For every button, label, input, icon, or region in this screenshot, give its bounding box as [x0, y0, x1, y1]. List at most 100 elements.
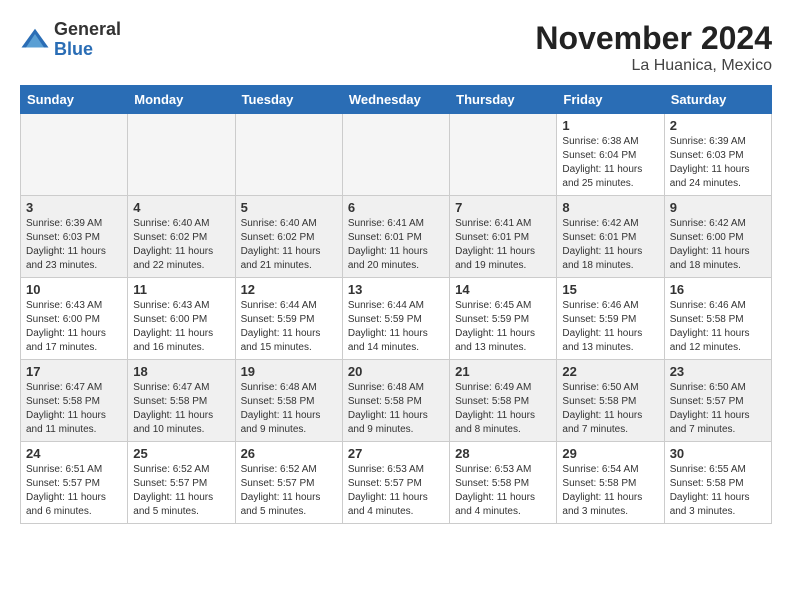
day-number: 5	[241, 200, 337, 215]
day-number: 18	[133, 364, 229, 379]
day-info: Sunrise: 6:52 AM Sunset: 5:57 PM Dayligh…	[133, 463, 229, 519]
day-info: Sunrise: 6:50 AM Sunset: 5:58 PM Dayligh…	[562, 381, 658, 437]
page-header: General Blue November 2024 La Huanica, M…	[20, 20, 772, 75]
calendar-empty	[21, 114, 128, 196]
logo-blue: Blue	[54, 40, 121, 60]
day-info: Sunrise: 6:50 AM Sunset: 5:57 PM Dayligh…	[670, 381, 766, 437]
day-number: 3	[26, 200, 122, 215]
logo: General Blue	[20, 20, 121, 60]
header-sunday: Sunday	[21, 86, 128, 114]
calendar-empty	[235, 114, 342, 196]
day-number: 26	[241, 446, 337, 461]
day-number: 1	[562, 118, 658, 133]
day-number: 15	[562, 282, 658, 297]
month-title: November 2024	[535, 20, 772, 57]
day-info: Sunrise: 6:49 AM Sunset: 5:58 PM Dayligh…	[455, 381, 551, 437]
day-info: Sunrise: 6:40 AM Sunset: 6:02 PM Dayligh…	[241, 217, 337, 273]
calendar-empty	[342, 114, 449, 196]
logo-text: General Blue	[54, 20, 121, 60]
day-info: Sunrise: 6:53 AM Sunset: 5:58 PM Dayligh…	[455, 463, 551, 519]
day-number: 20	[348, 364, 444, 379]
day-number: 22	[562, 364, 658, 379]
calendar-empty	[450, 114, 557, 196]
calendar-day-17: 17Sunrise: 6:47 AM Sunset: 5:58 PM Dayli…	[21, 360, 128, 442]
day-info: Sunrise: 6:52 AM Sunset: 5:57 PM Dayligh…	[241, 463, 337, 519]
day-info: Sunrise: 6:39 AM Sunset: 6:03 PM Dayligh…	[26, 217, 122, 273]
calendar-day-28: 28 Sunrise: 6:53 AM Sunset: 5:58 PM Dayli…	[450, 442, 557, 524]
calendar-empty	[128, 114, 235, 196]
calendar-day-25: 25 Sunrise: 6:52 AM Sunset: 5:57 PM Dayli…	[128, 442, 235, 524]
calendar-day-14: 14 Sunrise: 6:45 AM Sunset: 5:59 PM Dayli…	[450, 278, 557, 360]
header-tuesday: Tuesday	[235, 86, 342, 114]
day-number: 23	[670, 364, 766, 379]
day-number: 16	[670, 282, 766, 297]
day-number: 17	[26, 364, 122, 379]
day-info: Sunrise: 6:42 AM Sunset: 6:01 PM Dayligh…	[562, 217, 658, 273]
logo-icon	[20, 25, 50, 55]
day-number: 24	[26, 446, 122, 461]
day-info: Sunrise: 6:48 AM Sunset: 5:58 PM Dayligh…	[241, 381, 337, 437]
calendar-day-21: 21 Sunrise: 6:49 AM Sunset: 5:58 PM Dayli…	[450, 360, 557, 442]
calendar-week-2: 10 Sunrise: 6:43 AM Sunset: 6:00 PM Dayli…	[21, 278, 772, 360]
day-info: Sunrise: 6:48 AM Sunset: 5:58 PM Dayligh…	[348, 381, 444, 437]
calendar-day-4: 4Sunrise: 6:40 AM Sunset: 6:02 PM Daylig…	[128, 196, 235, 278]
day-info: Sunrise: 6:39 AM Sunset: 6:03 PM Dayligh…	[670, 135, 766, 191]
day-number: 14	[455, 282, 551, 297]
calendar-day-29: 29 Sunrise: 6:54 AM Sunset: 5:58 PM Dayli…	[557, 442, 664, 524]
day-number: 21	[455, 364, 551, 379]
calendar-day-24: 24 Sunrise: 6:51 AM Sunset: 5:57 PM Dayli…	[21, 442, 128, 524]
day-info: Sunrise: 6:51 AM Sunset: 5:57 PM Dayligh…	[26, 463, 122, 519]
day-number: 10	[26, 282, 122, 297]
day-info: Sunrise: 6:53 AM Sunset: 5:57 PM Dayligh…	[348, 463, 444, 519]
calendar-day-9: 9 Sunrise: 6:42 AM Sunset: 6:00 PM Daylig…	[664, 196, 771, 278]
day-info: Sunrise: 6:46 AM Sunset: 5:58 PM Dayligh…	[670, 299, 766, 355]
day-info: Sunrise: 6:54 AM Sunset: 5:58 PM Dayligh…	[562, 463, 658, 519]
day-number: 11	[133, 282, 229, 297]
calendar-day-16: 16 Sunrise: 6:46 AM Sunset: 5:58 PM Dayli…	[664, 278, 771, 360]
day-number: 29	[562, 446, 658, 461]
logo-general: General	[54, 20, 121, 40]
day-number: 13	[348, 282, 444, 297]
header-saturday: Saturday	[664, 86, 771, 114]
day-info: Sunrise: 6:45 AM Sunset: 5:59 PM Dayligh…	[455, 299, 551, 355]
day-number: 27	[348, 446, 444, 461]
day-number: 9	[670, 200, 766, 215]
header-friday: Friday	[557, 86, 664, 114]
calendar-day-2: 2 Sunrise: 6:39 AM Sunset: 6:03 PM Daylig…	[664, 114, 771, 196]
calendar-day-26: 26 Sunrise: 6:52 AM Sunset: 5:57 PM Dayli…	[235, 442, 342, 524]
calendar-day-13: 13 Sunrise: 6:44 AM Sunset: 5:59 PM Dayli…	[342, 278, 449, 360]
calendar-day-7: 7Sunrise: 6:41 AM Sunset: 6:01 PM Daylig…	[450, 196, 557, 278]
calendar-table: SundayMondayTuesdayWednesdayThursdayFrid…	[20, 85, 772, 524]
calendar-day-6: 6 Sunrise: 6:41 AM Sunset: 6:01 PM Daylig…	[342, 196, 449, 278]
calendar-week-1: 3 Sunrise: 6:39 AM Sunset: 6:03 PM Daylig…	[21, 196, 772, 278]
day-info: Sunrise: 6:42 AM Sunset: 6:00 PM Dayligh…	[670, 217, 766, 273]
calendar-day-22: 22 Sunrise: 6:50 AM Sunset: 5:58 PM Dayli…	[557, 360, 664, 442]
calendar-day-12: 12Sunrise: 6:44 AM Sunset: 5:59 PM Dayli…	[235, 278, 342, 360]
calendar-header-row: SundayMondayTuesdayWednesdayThursdayFrid…	[21, 86, 772, 114]
calendar-week-3: 17 Sunrise: 6:47 AM Sunset: 5:58 PM Dayli…	[21, 360, 772, 442]
day-info: Sunrise: 6:47 AM Sunset: 5:58 PM Dayligh…	[133, 381, 229, 437]
day-info: Sunrise: 6:43 AM Sunset: 6:00 PM Dayligh…	[26, 299, 122, 355]
day-info: Sunrise: 6:43 AM Sunset: 6:00 PM Dayligh…	[133, 299, 229, 355]
day-info: Sunrise: 6:40 AM Sunset: 6:02 PM Dayligh…	[133, 217, 229, 273]
day-number: 2	[670, 118, 766, 133]
day-info: Sunrise: 6:55 AM Sunset: 5:58 PM Dayligh…	[670, 463, 766, 519]
day-number: 6	[348, 200, 444, 215]
day-number: 19	[241, 364, 337, 379]
day-info: Sunrise: 6:44 AM Sunset: 5:59 PM Dayligh…	[348, 299, 444, 355]
calendar-day-30: 30 Sunrise: 6:55 AM Sunset: 5:58 PM Dayli…	[664, 442, 771, 524]
day-info: Sunrise: 6:41 AM Sunset: 6:01 PM Dayligh…	[348, 217, 444, 273]
calendar-day-11: 11 Sunrise: 6:43 AM Sunset: 6:00 PM Dayli…	[128, 278, 235, 360]
calendar-day-20: 20 Sunrise: 6:48 AM Sunset: 5:58 PM Dayli…	[342, 360, 449, 442]
day-number: 25	[133, 446, 229, 461]
calendar-day-23: 23 Sunrise: 6:50 AM Sunset: 5:57 PM Dayli…	[664, 360, 771, 442]
location: La Huanica, Mexico	[535, 57, 772, 75]
day-info: Sunrise: 6:41 AM Sunset: 6:01 PM Dayligh…	[455, 217, 551, 273]
calendar-week-4: 24 Sunrise: 6:51 AM Sunset: 5:57 PM Dayli…	[21, 442, 772, 524]
header-monday: Monday	[128, 86, 235, 114]
day-info: Sunrise: 6:46 AM Sunset: 5:59 PM Dayligh…	[562, 299, 658, 355]
day-number: 30	[670, 446, 766, 461]
day-number: 12	[241, 282, 337, 297]
header-thursday: Thursday	[450, 86, 557, 114]
day-number: 28	[455, 446, 551, 461]
